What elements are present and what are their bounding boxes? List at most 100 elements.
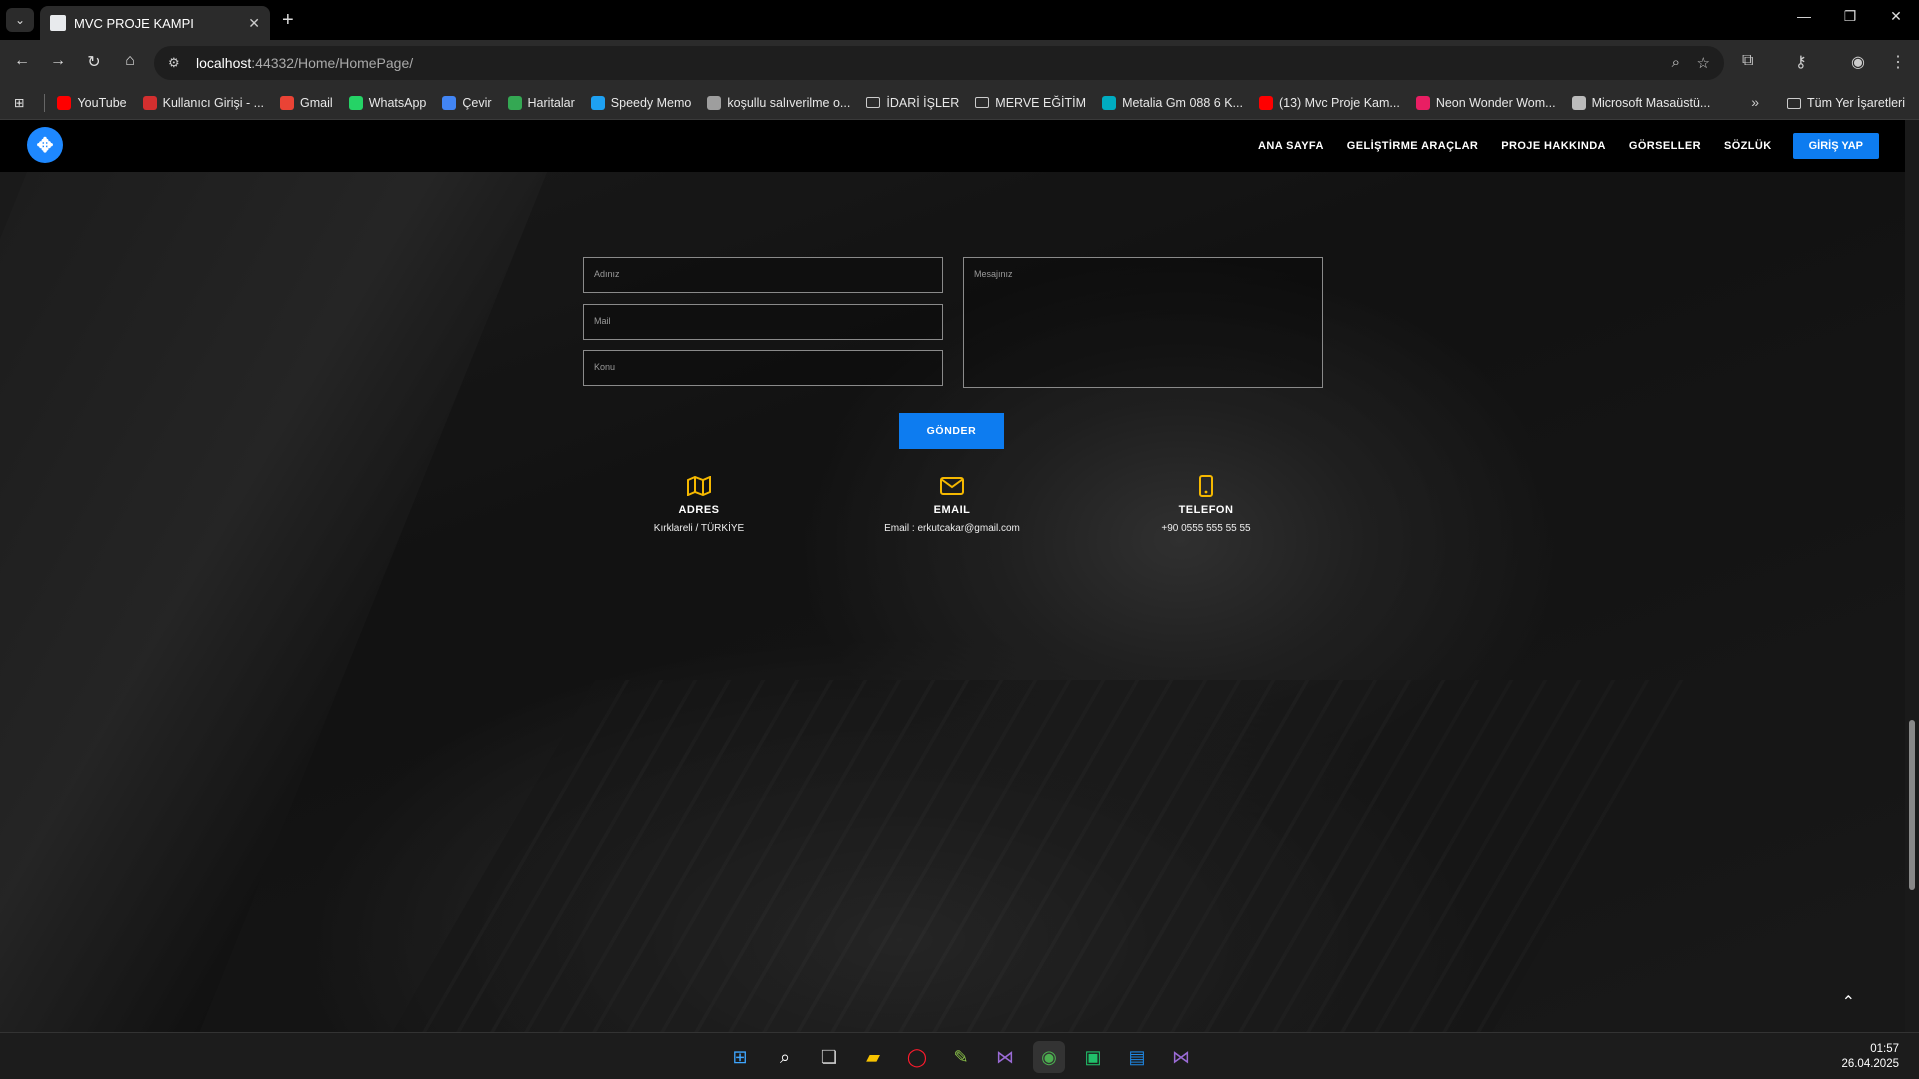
file-explorer-icon[interactable]: ▰ xyxy=(857,1041,889,1073)
scroll-to-top-icon[interactable]: ⌃ xyxy=(1842,992,1855,1012)
bookmark-item[interactable]: WhatsApp xyxy=(348,95,427,110)
tab-search-chevron-icon[interactable]: ⌄ xyxy=(6,8,34,32)
restore-icon[interactable]: ❐ xyxy=(1827,8,1873,25)
home-icon[interactable]: ⌂ xyxy=(118,52,142,70)
bookmark-favicon-icon xyxy=(348,95,363,110)
mobile-phone-icon xyxy=(1096,472,1316,500)
subject-input[interactable]: Konu xyxy=(583,350,943,386)
scrollbar-thumb[interactable] xyxy=(1909,720,1915,890)
bookmark-item[interactable]: Metalia Gm 088 6 K... xyxy=(1102,95,1243,110)
login-button[interactable]: GİRİŞ YAP xyxy=(1792,133,1879,159)
minimize-icon[interactable]: — xyxy=(1781,8,1827,24)
system-clock[interactable]: 01:57 26.04.2025 xyxy=(1841,1042,1899,1072)
bookmark-label: Neon Wonder Wom... xyxy=(1435,95,1556,110)
forward-icon[interactable]: → xyxy=(46,52,70,70)
folder-icon xyxy=(866,97,881,108)
task-view-icon[interactable]: ❏ xyxy=(813,1041,845,1073)
bookmark-label: MERVE EĞİTİM xyxy=(995,95,1087,110)
bookmark-list: YouTube Kullanıcı Girişi - ... Gmail WhatsA… xyxy=(57,95,1726,110)
address-value: Kırklareli / TÜRKİYE xyxy=(653,523,745,534)
site-navbar: ✥ ANA SAYFA GELİŞTİRME ARAÇLAR PROJE HAK… xyxy=(0,120,1905,172)
bookmark-item[interactable]: Çevir xyxy=(442,95,492,110)
close-window-icon[interactable]: ✕ xyxy=(1873,8,1919,25)
email-title: EMAIL xyxy=(933,504,971,516)
browser-toolbar: ← → ↻ ⌂ ⚙ localhost:44332/Home/HomePage/… xyxy=(0,40,1919,86)
contact-address: ADRES Kırklareli / TÜRKİYE xyxy=(589,472,809,534)
page-favicon-icon xyxy=(50,15,66,31)
opera-icon[interactable]: ◯ xyxy=(901,1041,933,1073)
send-button[interactable]: GÖNDER xyxy=(899,413,1004,449)
address-bar[interactable]: ⚙ localhost:44332/Home/HomePage/ ⌕ ☆ xyxy=(154,46,1724,80)
bookmark-favicon-icon xyxy=(590,95,605,110)
site-logo-icon[interactable]: ✥ xyxy=(27,127,63,163)
email-value: Email : erkutcakar@gmail.com xyxy=(884,523,1020,534)
more-bookmarks-icon[interactable]: » xyxy=(1751,94,1759,110)
bookmark-favicon-icon xyxy=(1415,95,1430,110)
bookmark-item[interactable]: Neon Wonder Wom... xyxy=(1415,95,1556,110)
nav-link-gallery[interactable]: GÖRSELLER xyxy=(1629,140,1701,152)
bookmark-favicon-icon xyxy=(707,95,722,110)
paint-app-icon[interactable]: ✎ xyxy=(945,1041,977,1073)
browser-tab-active[interactable]: MVC PROJE KAMPI ✕ xyxy=(40,6,270,40)
bookmark-label: Gmail xyxy=(300,95,333,110)
site-info-icon[interactable]: ⚙ xyxy=(168,55,188,71)
contact-phone: TELEFON +90 0555 555 55 55 xyxy=(1096,472,1316,534)
bookmark-label: (13) Mvc Proje Kam... xyxy=(1278,95,1400,110)
apps-grid-icon[interactable]: ⊞ xyxy=(14,95,24,110)
bookmark-item[interactable]: YouTube xyxy=(57,95,127,110)
bookmark-favicon-icon xyxy=(1571,95,1586,110)
nav-link-dictionary[interactable]: SÖZLÜK xyxy=(1724,140,1772,152)
remote-desktop-icon[interactable]: ▤ xyxy=(1121,1041,1153,1073)
bookmarks-divider xyxy=(44,93,46,112)
bookmark-item[interactable]: Kullanıcı Girişi - ... xyxy=(142,95,264,110)
search-icon[interactable]: ⌕ xyxy=(769,1041,801,1073)
bookmark-item[interactable]: (13) Mvc Proje Kam... xyxy=(1258,95,1400,110)
browser-menu-icon[interactable]: ⋮ xyxy=(1890,52,1906,72)
nav-links: ANA SAYFA GELİŞTİRME ARAÇLAR PROJE HAKKI… xyxy=(1235,133,1879,159)
page-scrollbar[interactable] xyxy=(1905,120,1919,1032)
windows-start-icon[interactable]: ⊞ xyxy=(724,1041,756,1073)
visual-studio-2-icon[interactable]: ⋈ xyxy=(1165,1041,1197,1073)
bookmark-star-icon[interactable]: ☆ xyxy=(1697,54,1710,72)
all-bookmarks-folder[interactable]: Tüm Yer İşaretleri xyxy=(1787,86,1905,120)
envelope-icon xyxy=(842,472,1062,500)
visual-studio-icon[interactable]: ⋈ xyxy=(989,1041,1021,1073)
extensions-icon[interactable]: ⧉ xyxy=(1742,52,1753,70)
url-host: localhost xyxy=(196,55,252,71)
zoom-icon[interactable]: ⌕ xyxy=(1672,54,1680,71)
nav-link-home[interactable]: ANA SAYFA xyxy=(1258,140,1324,152)
mail-input[interactable]: Mail xyxy=(583,304,943,340)
bookmark-item[interactable]: MERVE EĞİTİM xyxy=(975,96,1086,110)
clock-date: 26.04.2025 xyxy=(1841,1058,1899,1070)
bookmark-item[interactable]: İDARİ İŞLER xyxy=(866,96,959,110)
windows-taskbar: ⊞ ⌕ ❏ ▰ ◯ ✎ ⋈ ◉ ▣ ▤ ⋈ 01:57 26.04.2025 xyxy=(0,1032,1919,1079)
profile-avatar-icon[interactable]: ◉ xyxy=(1851,52,1865,72)
bookmark-item[interactable]: koşullu salıverilme o... xyxy=(707,95,851,110)
new-tab-icon[interactable]: + xyxy=(282,10,294,30)
bookmark-favicon-icon xyxy=(507,95,522,110)
reload-icon[interactable]: ↻ xyxy=(82,52,106,72)
bookmark-label: WhatsApp xyxy=(368,95,427,110)
address-title: ADRES xyxy=(678,504,720,516)
folder-icon xyxy=(1787,97,1802,109)
bookmark-label: Çevir xyxy=(462,95,492,110)
bookmark-label: Speedy Memo xyxy=(610,95,692,110)
password-key-icon[interactable]: ⚷ xyxy=(1795,52,1807,72)
nav-link-about-project[interactable]: PROJE HAKKINDA xyxy=(1501,140,1606,152)
bookmark-label: koşullu salıverilme o... xyxy=(727,95,851,110)
bookmark-item[interactable]: Microsoft Masaüstü... xyxy=(1571,95,1710,110)
bookmark-favicon-icon xyxy=(57,95,72,110)
bookmark-item[interactable]: Haritalar xyxy=(507,95,575,110)
nav-link-dev-tools[interactable]: GELİŞTİRME ARAÇLAR xyxy=(1347,140,1478,152)
chrome-icon[interactable]: ◉ xyxy=(1033,1041,1065,1073)
web-page: ✥ ANA SAYFA GELİŞTİRME ARAÇLAR PROJE HAK… xyxy=(0,120,1905,1032)
back-icon[interactable]: ← xyxy=(10,52,34,70)
tab-close-icon[interactable]: ✕ xyxy=(248,15,260,32)
name-input[interactable]: Adınız xyxy=(583,257,943,293)
message-textarea[interactable]: Mesajınız xyxy=(963,257,1323,388)
bookmark-item[interactable]: Speedy Memo xyxy=(590,95,692,110)
bookmark-item[interactable]: Gmail xyxy=(280,95,333,110)
contact-email: EMAIL Email : erkutcakar@gmail.com xyxy=(842,472,1062,534)
green-app-icon[interactable]: ▣ xyxy=(1077,1041,1109,1073)
bookmarks-bar: ⊞ YouTube Kullanıcı Girişi - ... Gmail What… xyxy=(0,86,1919,120)
